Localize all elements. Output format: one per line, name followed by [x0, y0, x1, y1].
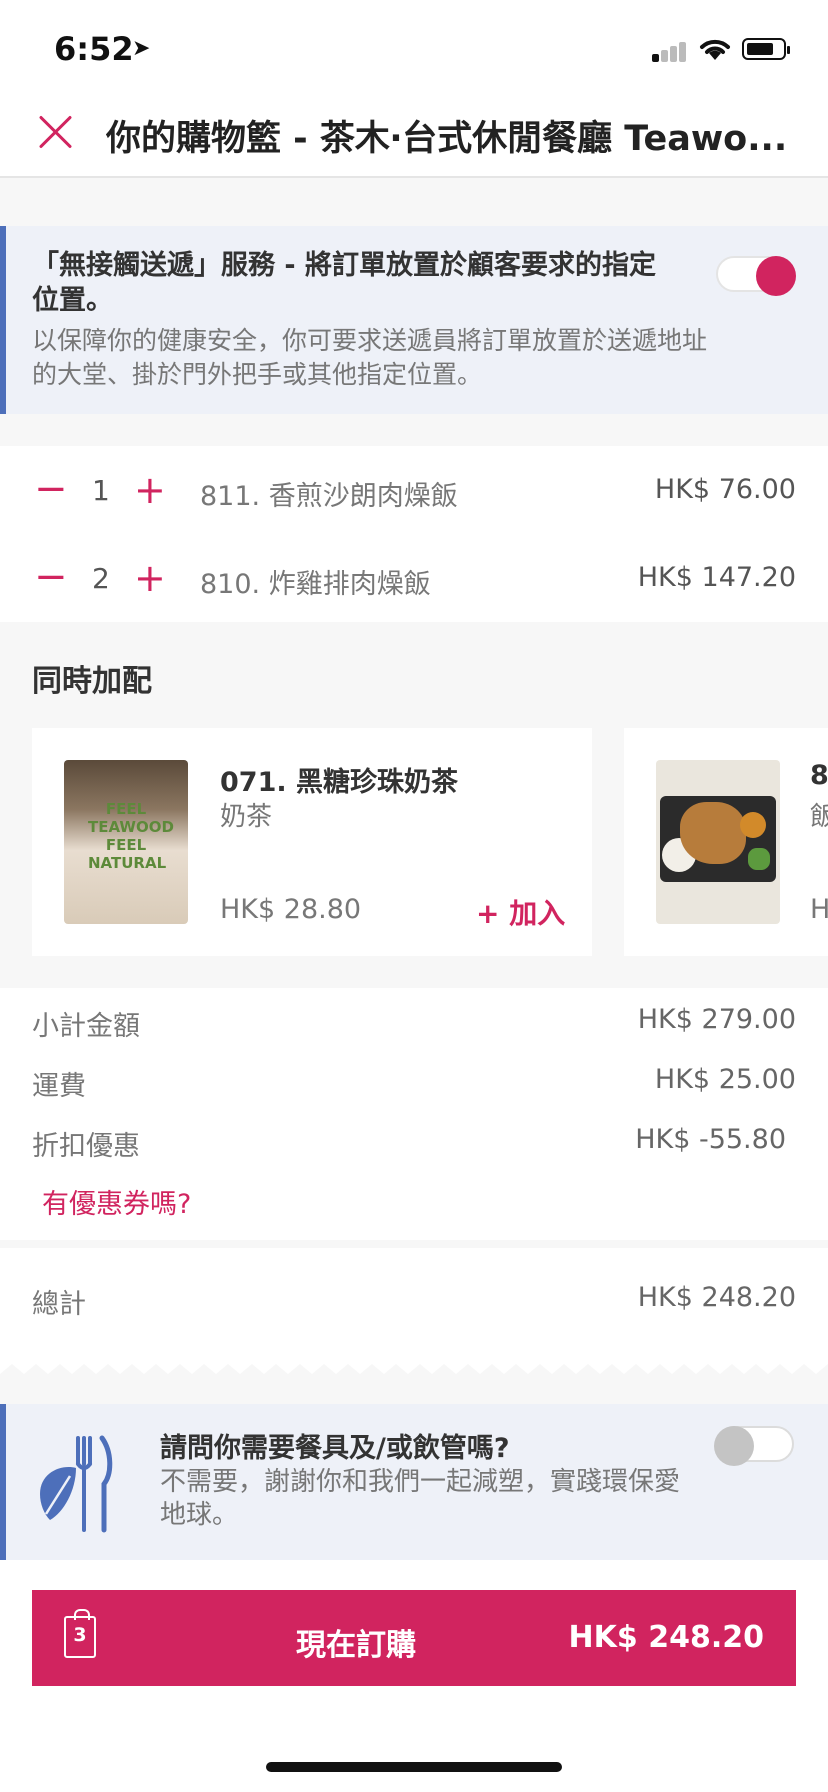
addon-price: HK$ 28.80: [220, 894, 362, 925]
increase-quantity-button[interactable]: +: [134, 468, 166, 512]
total-value: HK$ 248.20: [637, 1282, 796, 1313]
cutlery-leaf-icon: [40, 1435, 113, 1533]
battery-icon: [742, 38, 790, 60]
subtotal-value: HK$ 279.00: [637, 1004, 796, 1035]
item-name: 811. 香煎沙朗肉燥飯: [200, 481, 458, 512]
page-title: 你的購物籃 - 茶木‧台式休閒餐廳 Teawo...: [106, 119, 788, 159]
cutlery-toggle[interactable]: [714, 1426, 794, 1466]
addon-name: 071. 黑糖珍珠奶茶: [220, 767, 459, 798]
addons-title: 同時加配: [32, 664, 152, 699]
addon-name: 8: [810, 760, 828, 791]
receipt-edge: [0, 1352, 828, 1374]
delivery-fee-value: HK$ 25.00: [654, 1064, 796, 1095]
item-price: HK$ 147.20: [637, 562, 796, 593]
total-label: 總計: [32, 1289, 86, 1320]
shopping-bag-icon: 3: [64, 1609, 96, 1658]
decrease-quantity-button[interactable]: −: [34, 466, 68, 512]
item-price: HK$ 76.00: [654, 474, 796, 505]
cellular-signal-icon: [652, 40, 688, 62]
decrease-quantity-button[interactable]: −: [34, 554, 68, 600]
contactless-toggle[interactable]: [716, 256, 796, 296]
home-indicator[interactable]: [266, 1762, 562, 1772]
place-order-label: 現在訂購: [296, 1628, 416, 1663]
delivery-fee-label: 運費: [32, 1071, 86, 1102]
chicken-rice-image: [656, 760, 780, 924]
add-addon-button[interactable]: + 加入: [476, 892, 565, 932]
status-time: 6:52: [54, 30, 134, 68]
discount-value: HK$ -55.80: [635, 1124, 786, 1155]
location-arrow-icon: ➤: [132, 36, 151, 61]
addon-price: H: [810, 894, 828, 925]
addon-category: 奶茶: [220, 802, 273, 832]
close-icon[interactable]: [36, 112, 76, 152]
addon-category: 飯: [810, 802, 828, 832]
wifi-icon: [700, 39, 730, 60]
coupon-link[interactable]: 有優惠券嗎?: [42, 1182, 191, 1221]
subtotal-label: 小計金額: [32, 1011, 140, 1042]
item-quantity: 2: [92, 562, 110, 595]
milk-tea-image: FEEL TEAWOOD FEEL NATURAL: [64, 760, 188, 924]
order-total: HK$ 248.20: [568, 1620, 764, 1655]
cutlery-description: 不需要，謝謝你和我們一起減塑，實踐環保愛地球。: [160, 1467, 681, 1530]
item-name: 810. 炸雞排肉燥飯: [200, 569, 431, 600]
bag-count: 3: [73, 1624, 87, 1646]
cutlery-question: 請問你需要餐具及/或飲管嗎?: [160, 1433, 510, 1464]
increase-quantity-button[interactable]: +: [134, 556, 166, 600]
contactless-title: 「無接觸送遞」服務 - 將訂單放置於顧客要求的指定位置。: [32, 250, 657, 316]
discount-label: 折扣優惠: [32, 1131, 140, 1162]
contactless-description: 以保障你的健康安全，你可要求送遞員將訂單放置於送遞地址的大堂、掛於門外把手或其他…: [32, 326, 708, 389]
item-quantity: 1: [92, 474, 110, 507]
